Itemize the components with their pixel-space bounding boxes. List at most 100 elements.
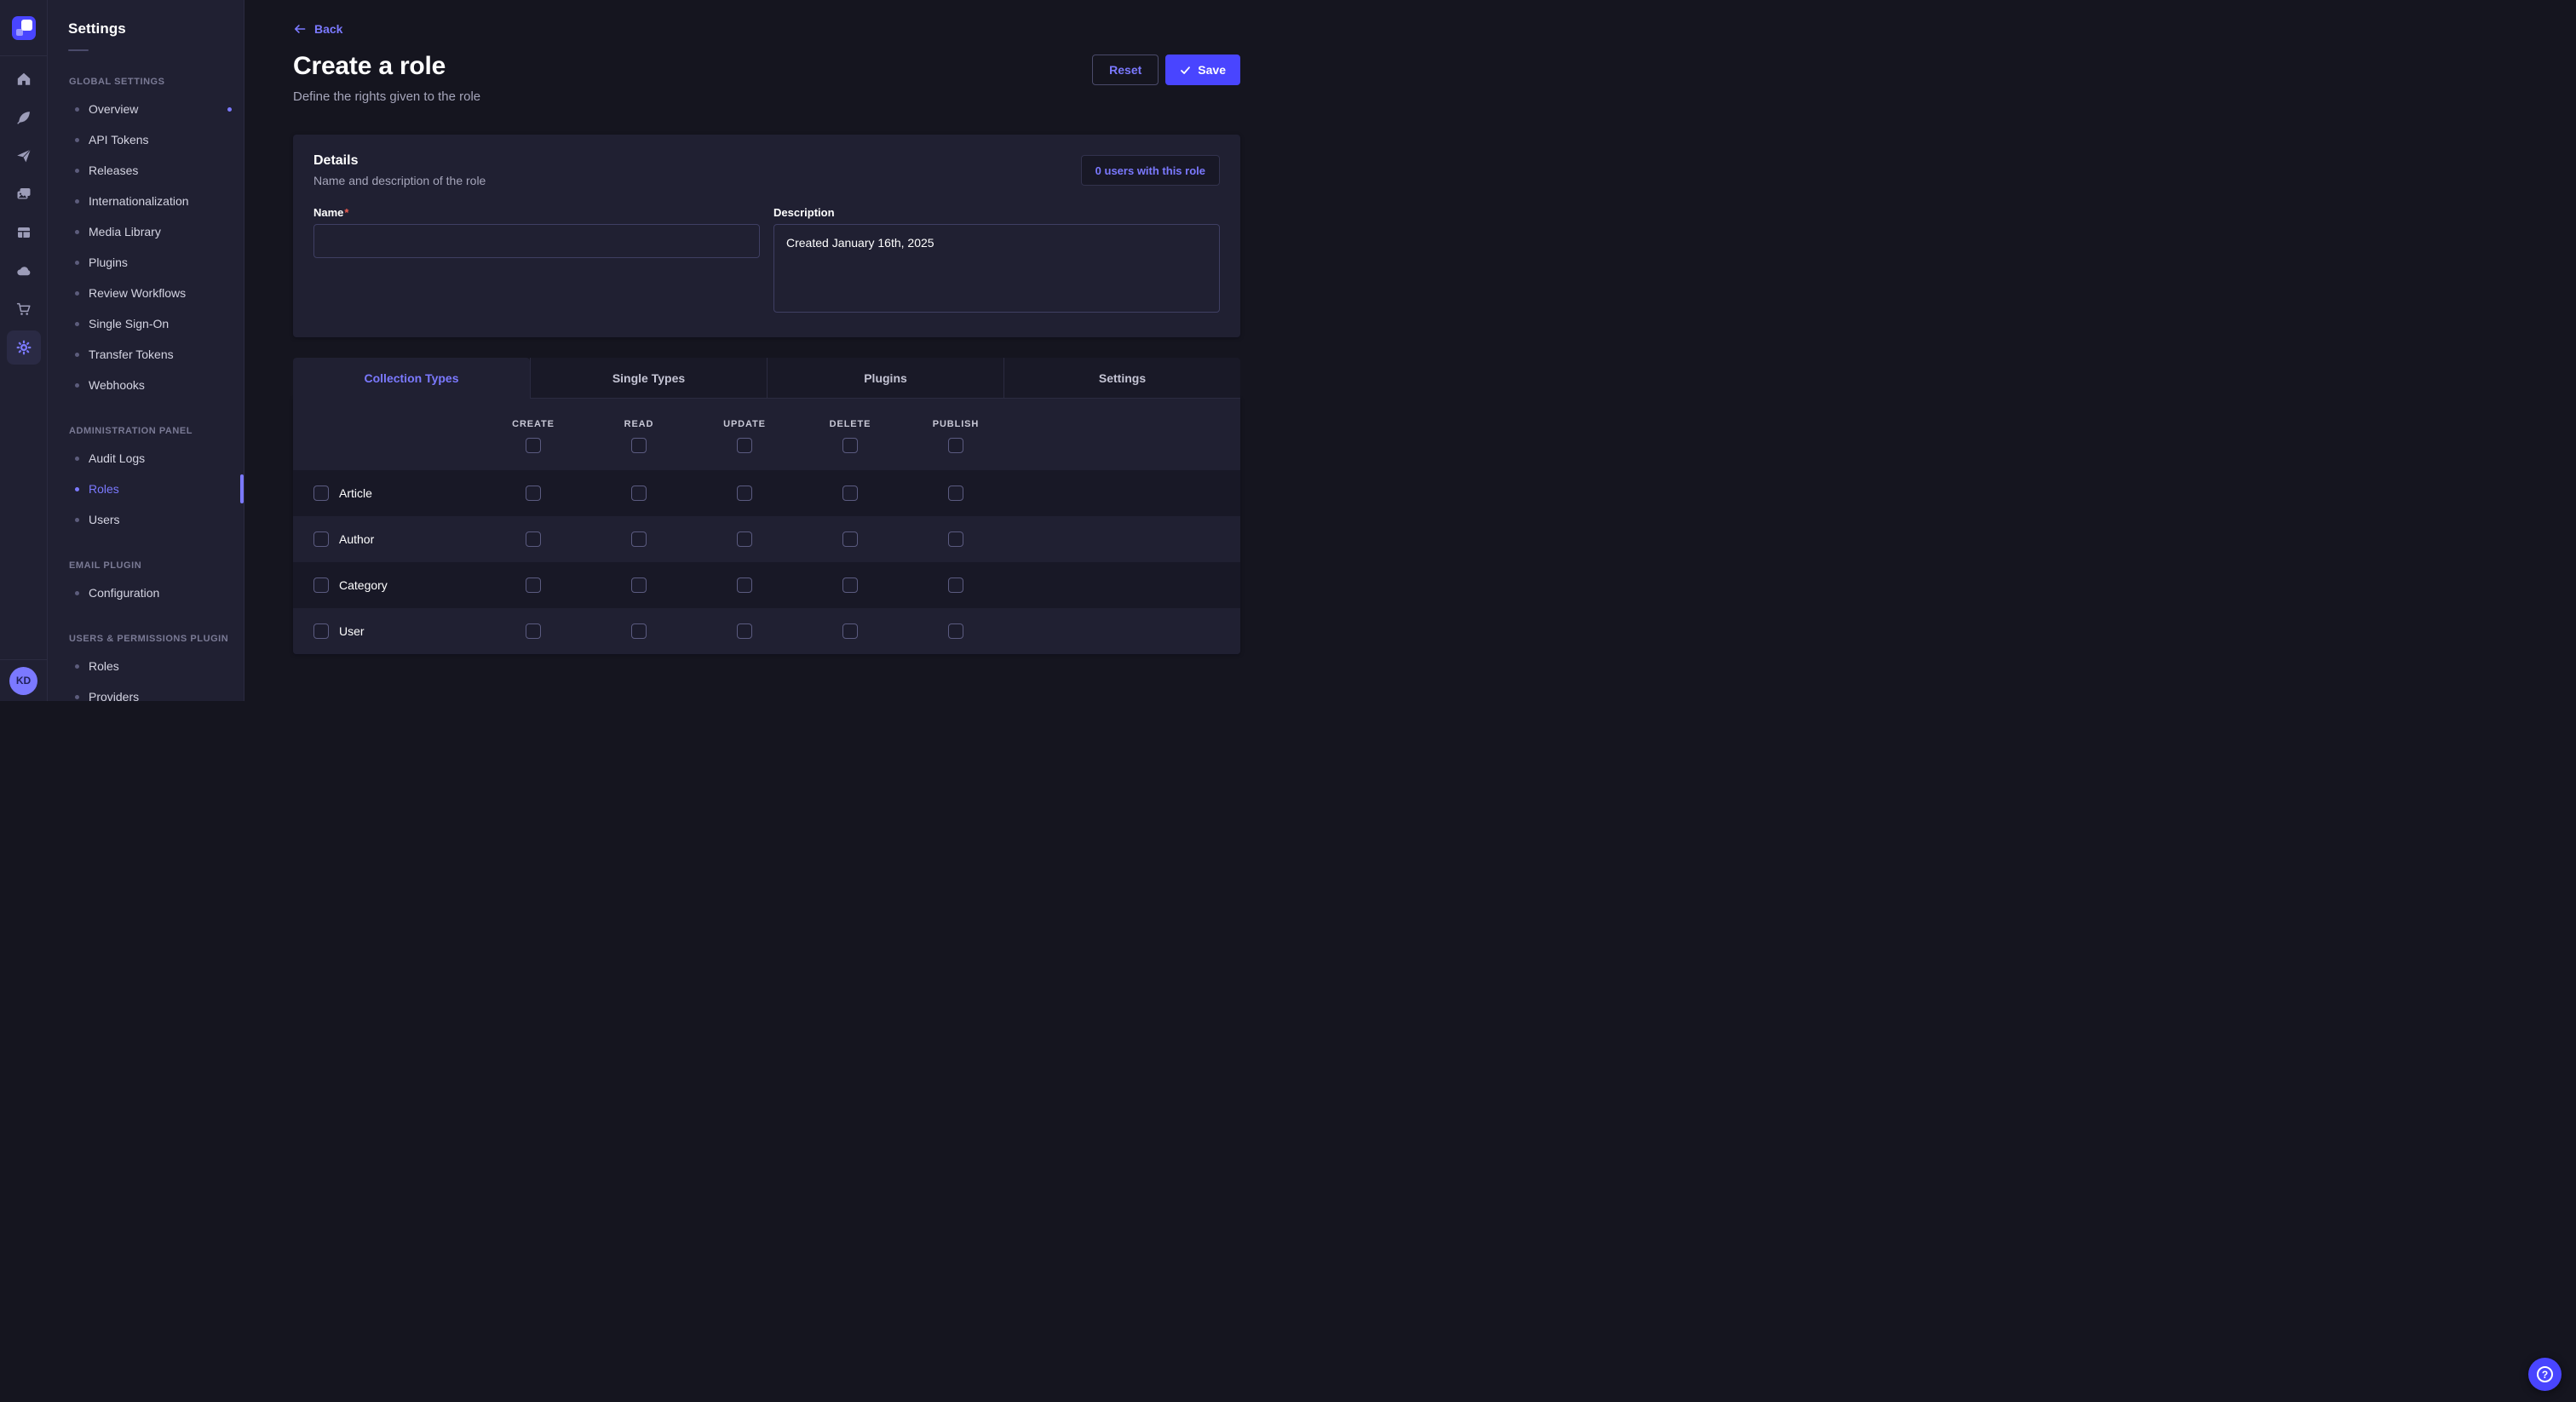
help-button[interactable]: ?	[2528, 1358, 2562, 1391]
checkbox[interactable]	[842, 486, 858, 501]
permissions-table-header: CREATEREADUPDATEDELETEPUBLISH	[293, 399, 1240, 470]
permissions-tabs: Collection TypesSingle TypesPluginsSetti…	[293, 358, 1240, 399]
row-label: Category	[339, 578, 388, 592]
checkbox[interactable]	[313, 577, 329, 593]
checkbox[interactable]	[948, 486, 963, 501]
paper-plane-icon[interactable]	[7, 139, 41, 173]
checkbox[interactable]	[631, 623, 647, 639]
checkbox[interactable]	[737, 531, 752, 547]
subnav-title: Settings	[68, 20, 244, 37]
tab-settings[interactable]: Settings	[1003, 358, 1240, 399]
nav-item-label: Plugins	[89, 256, 128, 269]
checkbox[interactable]	[313, 531, 329, 547]
checkbox[interactable]	[631, 531, 647, 547]
save-button[interactable]: Save	[1165, 55, 1240, 85]
media-library-icon[interactable]	[7, 177, 41, 211]
checkbox[interactable]	[842, 577, 858, 593]
user-avatar[interactable]: KD	[9, 667, 37, 695]
content-manager-icon[interactable]	[7, 215, 41, 250]
column-header-delete: DELETE	[797, 419, 903, 453]
nav-item-audit-logs[interactable]: Audit Logs	[48, 443, 244, 474]
checkbox[interactable]	[948, 577, 963, 593]
nav-item-roles[interactable]: Roles	[48, 651, 244, 681]
bullet-icon	[75, 107, 79, 112]
permission-cell	[797, 623, 903, 639]
permission-cell	[692, 577, 797, 593]
tab-plugins[interactable]: Plugins	[767, 358, 1003, 399]
nav-item-providers[interactable]: Providers	[48, 681, 244, 701]
permission-cell	[586, 486, 692, 501]
checkbox[interactable]	[313, 486, 329, 501]
back-label: Back	[314, 22, 342, 36]
tab-single-types[interactable]: Single Types	[530, 358, 767, 399]
nav-item-webhooks[interactable]: Webhooks	[48, 370, 244, 400]
tab-collection-types[interactable]: Collection Types	[293, 358, 530, 399]
column-header-update: UPDATE	[692, 419, 797, 453]
subnav-divider	[68, 49, 89, 51]
nav-item-overview[interactable]: Overview	[48, 94, 244, 124]
back-link[interactable]: Back	[293, 22, 342, 36]
permission-cell	[903, 577, 1009, 593]
nav-item-plugins[interactable]: Plugins	[48, 247, 244, 278]
settings-gear-icon[interactable]	[7, 330, 41, 365]
permission-cell	[586, 623, 692, 639]
checkbox[interactable]	[737, 438, 752, 453]
nav-item-releases[interactable]: Releases	[48, 155, 244, 186]
subnav-scrollbar-thumb[interactable]	[240, 474, 244, 503]
checkbox[interactable]	[631, 438, 647, 453]
nav-item-single-sign-on[interactable]: Single Sign-On	[48, 308, 244, 339]
name-field-group: Name*	[313, 206, 760, 317]
nav-item-review-workflows[interactable]: Review Workflows	[48, 278, 244, 308]
table-row-category: Category	[293, 562, 1240, 608]
checkbox[interactable]	[842, 531, 858, 547]
checkbox[interactable]	[737, 623, 752, 639]
page-header-text: Create a role Define the rights given to…	[293, 52, 480, 104]
home-icon[interactable]	[7, 62, 41, 96]
checkbox[interactable]	[313, 623, 329, 639]
checkbox[interactable]	[631, 486, 647, 501]
permission-cell	[797, 486, 903, 501]
checkbox[interactable]	[526, 623, 541, 639]
permission-cell	[480, 531, 586, 547]
row-name-cell: Article	[293, 486, 480, 501]
cloud-icon[interactable]	[7, 254, 41, 288]
checkbox[interactable]	[526, 438, 541, 453]
checkbox[interactable]	[948, 531, 963, 547]
column-header-create: CREATE	[480, 419, 586, 453]
nav-item-configuration[interactable]: Configuration	[48, 577, 244, 608]
bullet-icon	[75, 353, 79, 357]
checkbox[interactable]	[842, 438, 858, 453]
bullet-icon	[75, 138, 79, 142]
checkbox[interactable]	[737, 577, 752, 593]
role-description-textarea[interactable]: Created January 16th, 2025	[773, 224, 1220, 313]
marketplace-cart-icon[interactable]	[7, 292, 41, 326]
reset-button[interactable]: Reset	[1092, 55, 1159, 85]
checkbox[interactable]	[631, 577, 647, 593]
nav-item-label: Roles	[89, 659, 119, 673]
permission-cell	[586, 531, 692, 547]
page-title: Create a role	[293, 52, 480, 81]
nav-item-internationalization[interactable]: Internationalization	[48, 186, 244, 216]
checkbox[interactable]	[526, 486, 541, 501]
permission-cell	[692, 623, 797, 639]
checkbox[interactable]	[948, 623, 963, 639]
nav-item-media-library[interactable]: Media Library	[48, 216, 244, 247]
permission-cell	[903, 531, 1009, 547]
nav-item-label: API Tokens	[89, 133, 149, 147]
bullet-icon	[75, 664, 79, 669]
nav-item-transfer-tokens[interactable]: Transfer Tokens	[48, 339, 244, 370]
nav-item-api-tokens[interactable]: API Tokens	[48, 124, 244, 155]
checkbox[interactable]	[737, 486, 752, 501]
checkbox[interactable]	[948, 438, 963, 453]
checkbox[interactable]	[526, 531, 541, 547]
column-header-publish: PUBLISH	[903, 419, 1009, 453]
role-name-input[interactable]	[313, 224, 760, 258]
checkbox[interactable]	[842, 623, 858, 639]
feather-icon[interactable]	[7, 101, 41, 135]
page-header: Create a role Define the rights given to…	[293, 52, 1240, 104]
nav-item-roles[interactable]: Roles	[48, 474, 244, 504]
users-with-role-button[interactable]: 0 users with this role	[1081, 155, 1220, 186]
nav-item-users[interactable]: Users	[48, 504, 244, 535]
checkbox[interactable]	[526, 577, 541, 593]
logo-block	[0, 0, 47, 56]
